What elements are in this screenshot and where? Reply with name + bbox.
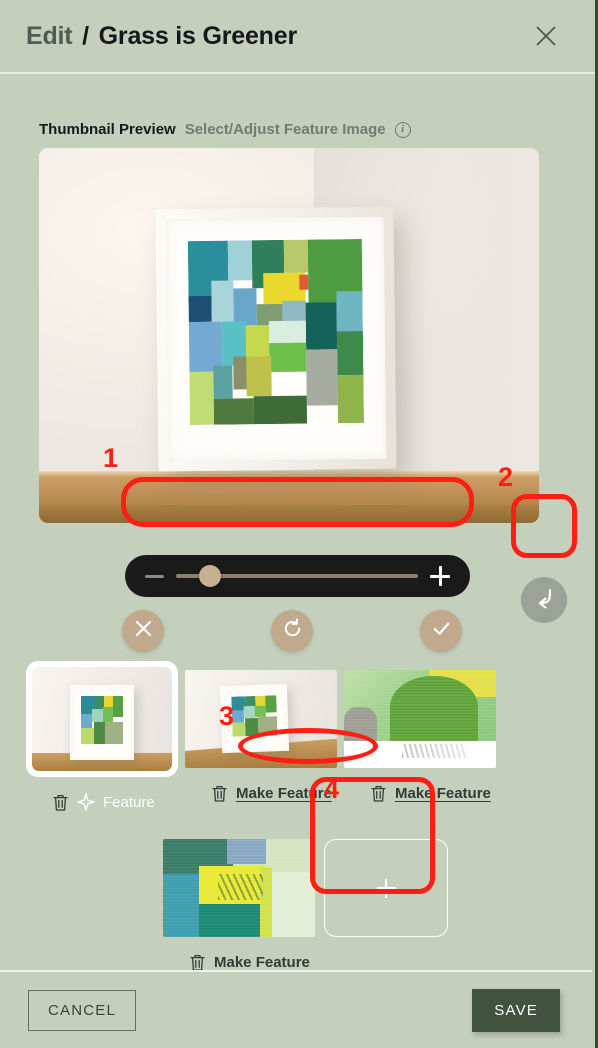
thumbnail-image-4[interactable] <box>163 839 315 937</box>
delete-icon[interactable] <box>189 953 206 972</box>
thumbnail-image-1[interactable] <box>32 667 172 771</box>
make-feature-link-3[interactable]: Make Feature <box>395 785 491 802</box>
page-title-name: Grass is Greener <box>98 21 298 50</box>
edit-artwork-modal: Edit / Grass is Greener Thumbnail Previe… <box>0 0 598 1048</box>
check-icon <box>431 618 452 644</box>
make-feature-link-2[interactable]: Make Feature <box>236 785 332 802</box>
section-subtitle: Select/Adjust Feature Image <box>184 121 386 138</box>
rotate-ccw-icon <box>282 618 303 644</box>
thumbnail-image-2[interactable] <box>185 670 337 768</box>
add-image-cell[interactable]: + <box>322 839 462 975</box>
preview-artwork-caption <box>211 459 213 464</box>
thumbnail-item[interactable]: Make Feature <box>185 670 344 815</box>
close-button[interactable] <box>531 21 561 51</box>
zoom-slider-track[interactable] <box>176 559 418 593</box>
delete-icon[interactable] <box>211 784 228 803</box>
thumbnail-image-3[interactable] <box>344 670 496 768</box>
thumbnail-item[interactable]: Make Feature <box>344 670 503 815</box>
confirm-crop-button[interactable] <box>420 610 462 652</box>
page-title-separator: / <box>82 21 89 50</box>
thumbnail-preview-header: Thumbnail Preview Select/Adjust Feature … <box>26 74 569 148</box>
zoom-slider-thumb[interactable] <box>198 565 221 587</box>
make-feature-link-4[interactable]: Make Feature <box>214 954 310 971</box>
thumbnail-row: Make Feature + <box>26 839 546 975</box>
thumbnail-grid: Feature Make Feature Make Feature Make F… <box>26 661 546 975</box>
preview-picture-frame <box>155 206 397 472</box>
modal-header: Edit / Grass is Greener <box>0 0 595 74</box>
page-title: Edit / Grass is Greener <box>26 22 297 51</box>
thumbnail-item[interactable]: Make Feature <box>163 839 322 975</box>
cancel-crop-button[interactable] <box>122 610 164 652</box>
preview-artwork <box>187 238 365 426</box>
thumbnail-card[interactable] <box>344 670 496 768</box>
reset-crop-button[interactable] <box>271 610 313 652</box>
close-icon <box>134 619 153 643</box>
zoom-out-icon[interactable] <box>145 574 164 578</box>
delete-icon[interactable] <box>52 793 69 812</box>
zoom-in-icon[interactable] <box>430 566 450 586</box>
add-image-tile[interactable]: + <box>324 839 448 937</box>
preview-wooden-shelf <box>39 471 539 523</box>
page-title-prefix: Edit <box>26 21 73 50</box>
close-icon <box>535 25 557 47</box>
thumbnail-caption-row: Make Feature <box>185 780 344 806</box>
thumbnail-card[interactable] <box>185 670 337 768</box>
undo-arrow-icon <box>531 585 557 616</box>
thumbnail-row: Feature Make Feature Make Feature <box>26 661 546 815</box>
thumbnail-caption-row: Feature <box>26 789 185 815</box>
zoom-slider[interactable] <box>125 555 470 597</box>
thumbnail-card[interactable] <box>163 839 315 937</box>
save-button[interactable]: SAVE <box>472 988 560 1032</box>
thumbnail-card-selected[interactable] <box>26 661 178 777</box>
info-icon[interactable]: i <box>394 121 411 138</box>
delete-icon[interactable] <box>370 784 387 803</box>
thumbnail-item[interactable]: Feature <box>26 661 185 815</box>
thumbnail-caption-row: Make Feature <box>344 780 503 806</box>
cancel-button[interactable]: CANCEL <box>28 989 137 1031</box>
plus-icon <box>376 878 396 898</box>
section-title: Thumbnail Preview <box>39 121 176 138</box>
feature-image-preview[interactable] <box>39 148 539 523</box>
undo-button[interactable] <box>521 577 567 623</box>
feature-sparkle-icon <box>77 793 95 811</box>
modal-body: Thumbnail Preview Select/Adjust Feature … <box>0 74 595 971</box>
modal-footer: CANCEL SAVE <box>0 970 592 1048</box>
feature-label-1: Feature <box>103 793 155 811</box>
crop-actions <box>26 610 496 654</box>
